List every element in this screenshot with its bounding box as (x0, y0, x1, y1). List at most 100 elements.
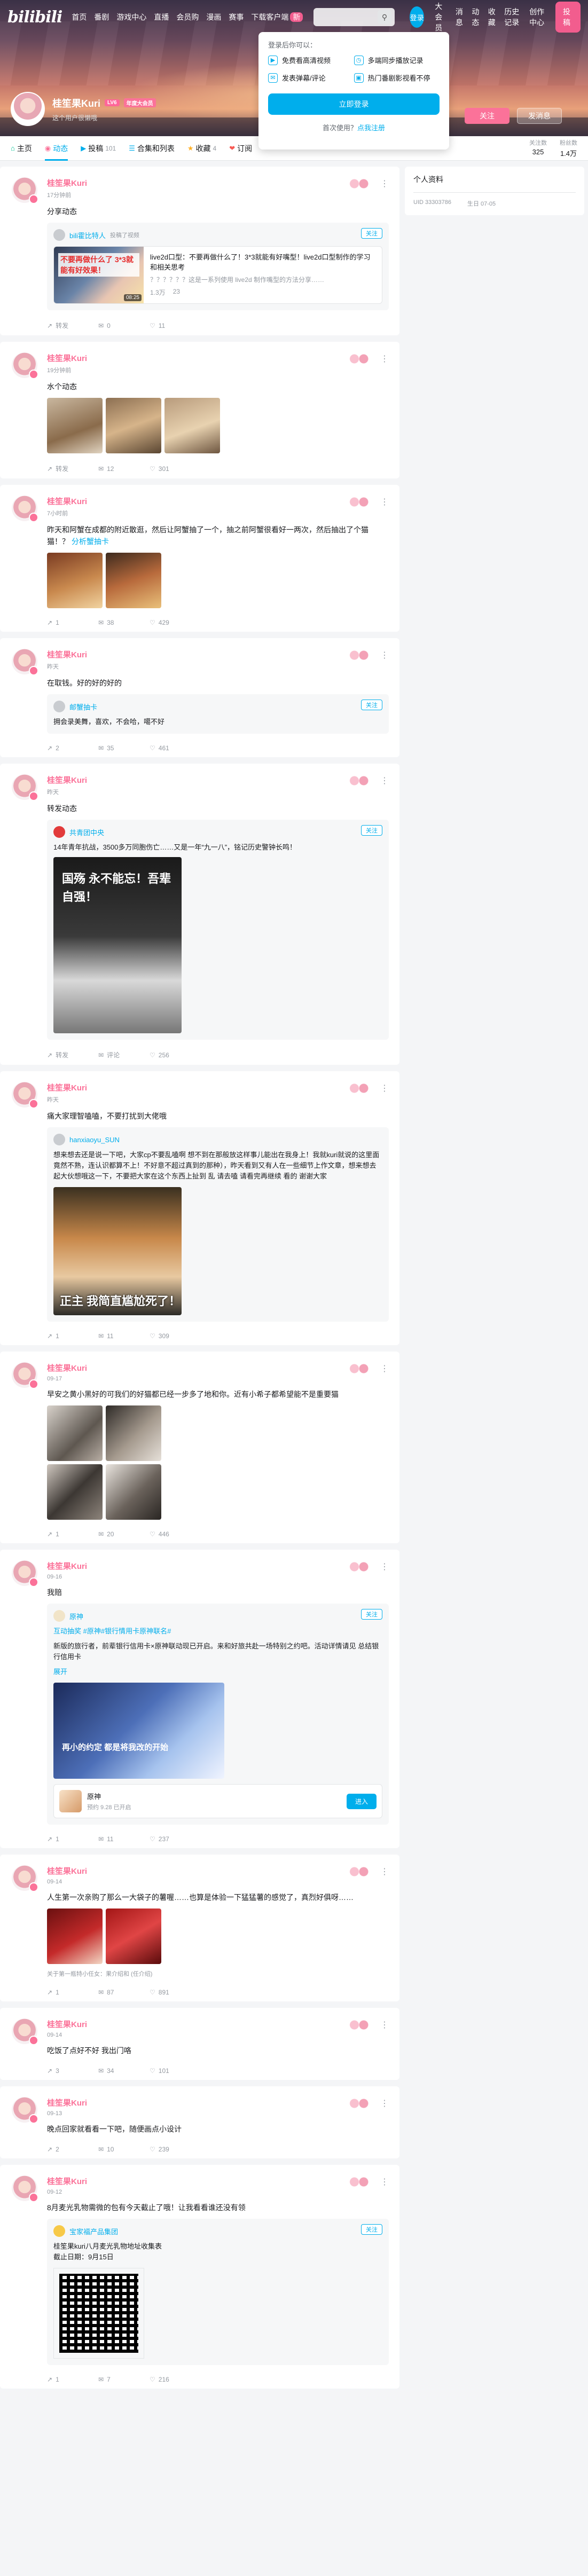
video-title[interactable]: live2d口型：不要再做什么了！3*3就能有好嘴型！live2d口型制作的学习… (150, 252, 375, 272)
nav-live[interactable]: 直播 (154, 12, 169, 22)
repost-author[interactable]: 邮蟹抽卡 (69, 702, 97, 712)
topic-link[interactable]: 分析蟹抽卡 (72, 537, 109, 546)
like-button[interactable]: ♡ 256 (150, 1050, 201, 1059)
more-icon[interactable]: ⋮ (380, 2098, 389, 2109)
avatar[interactable] (12, 177, 38, 204)
more-icon[interactable]: ⋮ (380, 2020, 389, 2030)
video-thumbnail[interactable]: 不要再做什么了 3*3就能有好效果！ 08:25 (54, 247, 144, 303)
avatar[interactable] (53, 1610, 65, 1622)
expand-link[interactable]: 展开 (53, 1667, 382, 1677)
like-button[interactable]: ♡ 301 (150, 464, 201, 473)
upload-button[interactable]: 投稿 (555, 2, 581, 33)
more-icon[interactable]: ⋮ (380, 650, 389, 661)
like-button[interactable]: ♡ 429 (150, 619, 201, 626)
enter-button[interactable]: 进入 (346, 1793, 377, 1809)
avatar[interactable] (53, 701, 65, 712)
post-author[interactable]: 桂笙果Kuri (47, 496, 389, 507)
post-image[interactable] (106, 1909, 161, 1964)
repost-box[interactable]: 宝家福产品集团 关注 桂笙果kuri八月麦光乳物地址收集表 截止日期：9月15日 (47, 2219, 389, 2365)
comment-button[interactable]: ✉ 评论 (98, 1050, 150, 1059)
nav-game-center[interactable]: 游戏中心 (116, 12, 146, 22)
qr-code-image[interactable] (53, 2268, 144, 2359)
post-author[interactable]: 桂笙果Kuri (47, 2019, 389, 2030)
more-icon[interactable]: ⋮ (380, 1866, 389, 1877)
nav-bangumi[interactable]: 番剧 (94, 12, 109, 22)
avatar[interactable] (53, 229, 65, 241)
repost-author[interactable]: bili霍比特人 (69, 230, 106, 240)
repost-box[interactable]: 邮蟹抽卡 关注 拥会录美舞，喜欢，不会哈，噶不好 (47, 694, 389, 734)
more-icon[interactable]: ⋮ (380, 2177, 389, 2187)
repost-box[interactable]: hanxiaoyu_SUN 想来想去还是说一下吧，大家cp不要乱嗑啊 想不到在那… (47, 1127, 389, 1322)
tab-home[interactable]: ⌂ 主页 (11, 136, 32, 161)
more-icon[interactable]: ⋮ (380, 178, 389, 189)
post-author[interactable]: 桂笙果Kuri (47, 2176, 389, 2187)
post-author[interactable]: 桂笙果Kuri (47, 1082, 389, 1093)
follow-button[interactable]: 关注 (361, 700, 382, 710)
like-button[interactable]: ♡ 237 (150, 1835, 201, 1843)
register-link[interactable]: 点我注册 (357, 124, 385, 132)
like-button[interactable]: ♡ 891 (150, 1989, 201, 1996)
more-icon[interactable]: ⋮ (380, 1083, 389, 1094)
comment-button[interactable]: ✉ 12 (98, 464, 150, 473)
avatar[interactable] (12, 2176, 38, 2202)
stat-following[interactable]: 关注数 325 (529, 138, 547, 158)
nav-mall[interactable]: 会员购 (176, 12, 199, 22)
like-button[interactable]: ♡ 309 (150, 1332, 201, 1340)
like-button[interactable]: ♡ 446 (150, 1530, 201, 1538)
repost-author[interactable]: 原神 (69, 1611, 83, 1621)
tab-dynamic[interactable]: ◉ 动态 (44, 136, 68, 161)
comment-button[interactable]: ✉ 35 (98, 744, 150, 752)
comment-button[interactable]: ✉ 11 (98, 1332, 150, 1340)
post-image[interactable]: 再小的约定 都是将我改的开始 (53, 1683, 224, 1779)
repost-box[interactable]: 原神 关注 互动抽奖 #原神#银行情用卡原神联名# 新版的旅行者，前辈银行信用卡… (47, 1604, 389, 1825)
share-button[interactable]: ↗ 1 (47, 619, 98, 626)
share-button[interactable]: ↗ 2 (47, 744, 98, 752)
share-button[interactable]: ↗ 1 (47, 1332, 98, 1340)
tab-uploads[interactable]: ▶ 投稿 101 (81, 136, 116, 161)
avatar[interactable] (12, 774, 38, 801)
repost-author[interactable]: hanxiaoyu_SUN (69, 1136, 120, 1144)
nav-download[interactable]: 下载客户端新 (251, 12, 303, 22)
repost-box[interactable]: 共青团中央 关注 14年青年抗战，3500多万同胞伤亡……又是一年“九一八”，铭… (47, 820, 389, 1040)
follow-button[interactable]: 关注 (361, 825, 382, 836)
more-icon[interactable]: ⋮ (380, 775, 389, 786)
nav-messages[interactable]: 消息 (456, 6, 464, 28)
avatar[interactable] (12, 352, 38, 379)
avatar[interactable] (12, 1865, 38, 1892)
avatar[interactable] (12, 1362, 38, 1389)
post-image[interactable] (106, 398, 161, 453)
nav-esports[interactable]: 赛事 (229, 12, 244, 22)
login-avatar-button[interactable]: 登录 (410, 6, 425, 28)
share-button[interactable]: ↗ 1 (47, 2376, 98, 2383)
avatar[interactable] (12, 1082, 38, 1109)
more-icon[interactable]: ⋮ (380, 354, 389, 364)
post-image[interactable] (47, 1909, 103, 1964)
share-button[interactable]: ↗ 2 (47, 2146, 98, 2153)
nav-manga[interactable]: 漫画 (206, 12, 221, 22)
nav-creator-center[interactable]: 创作中心 (529, 6, 547, 28)
stat-followers[interactable]: 粉丝数 1.4万 (560, 138, 577, 158)
video-card[interactable]: 不要再做什么了 3*3就能有好效果！ 08:25 live2d口型：不要再做什么… (53, 246, 382, 304)
post-image[interactable] (106, 1405, 161, 1461)
search-icon[interactable]: ⚲ (378, 10, 392, 24)
post-author[interactable]: 桂笙果Kuri (47, 1560, 389, 1572)
share-button[interactable]: ↗ 转发 (47, 1050, 98, 1059)
comment-button[interactable]: ✉ 38 (98, 619, 150, 626)
repost-author[interactable]: 宝家福产品集团 (69, 2226, 118, 2236)
post-image[interactable] (47, 1464, 103, 1520)
like-button[interactable]: ♡ 11 (150, 321, 201, 330)
share-button[interactable]: ↗ 转发 (47, 464, 98, 473)
avatar[interactable] (11, 92, 45, 126)
repost-box[interactable]: bili霍比特人 投稿了视频 关注 不要再做什么了 3*3就能有好效果！ 08:2… (47, 223, 389, 310)
post-footer[interactable]: 关于第一瓶特小任女：果介绍和 (任介绍) (47, 1969, 389, 1978)
follow-button[interactable]: 关注 (361, 228, 382, 239)
post-image[interactable] (106, 1464, 161, 1520)
tab-favorites[interactable]: ★ 收藏 4 (187, 136, 216, 161)
nav-history[interactable]: 历史记录 (504, 6, 522, 28)
avatar[interactable] (53, 826, 65, 838)
nav-home[interactable]: 首页 (72, 12, 87, 22)
search-input[interactable]: ⚲ (313, 8, 395, 26)
game-link-card[interactable]: 原神 预约 9.28 已开启 进入 (53, 1784, 382, 1818)
repost-author[interactable]: 共青团中央 (69, 827, 104, 837)
avatar[interactable] (12, 496, 38, 522)
